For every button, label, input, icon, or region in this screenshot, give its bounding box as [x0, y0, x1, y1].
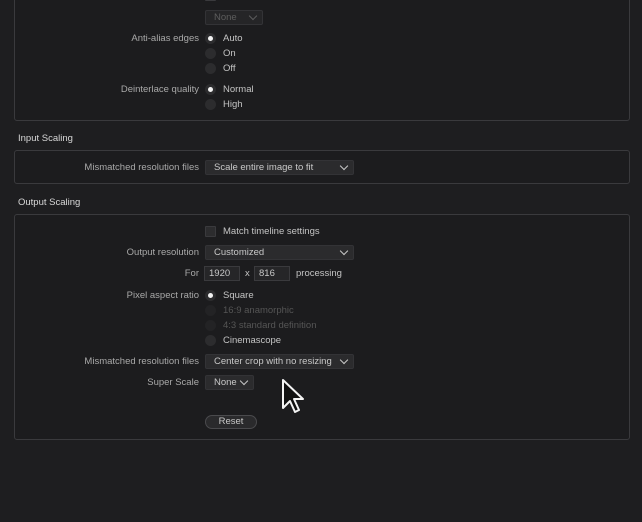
match-timeline-checkbox[interactable]: [205, 226, 216, 237]
output-resolution-select[interactable]: Customized: [205, 245, 354, 260]
pixel-aspect-square-label[interactable]: Square: [223, 290, 254, 301]
input-scaling-panel: Mismatched resolution files Scale entire…: [14, 150, 630, 184]
anti-alias-on-radio[interactable]: [205, 48, 216, 59]
super-scale-value: None: [214, 377, 237, 388]
deinterlace-high-radio[interactable]: [205, 99, 216, 110]
input-mismatched-label: Mismatched resolution files: [84, 162, 199, 173]
height-input[interactable]: 816: [254, 266, 290, 281]
deinterlace-normal-label[interactable]: Normal: [223, 84, 254, 95]
anti-alias-auto-radio[interactable]: [205, 33, 216, 44]
arrow-pointer-icon: [282, 379, 304, 413]
top-settings-panel: None Anti-alias edges Auto On Off Deinte…: [14, 0, 630, 121]
pixel-aspect-anamorphic-label: 16:9 anamorphic: [223, 305, 294, 316]
output-mismatched-select[interactable]: Center crop with no resizing: [205, 354, 354, 369]
super-scale-select[interactable]: None: [205, 375, 254, 390]
for-label: For: [184, 268, 199, 279]
pixel-aspect-label: Pixel aspect ratio: [126, 290, 199, 301]
output-scaling-title: Output Scaling: [18, 197, 81, 208]
match-timeline-label[interactable]: Match timeline settings: [223, 226, 320, 237]
truncated-checkbox[interactable]: [205, 0, 216, 1]
pixel-aspect-sd-radio: [205, 320, 216, 331]
anti-alias-auto-label[interactable]: Auto: [223, 33, 243, 44]
deinterlace-label: Deinterlace quality: [120, 84, 199, 95]
pixel-aspect-cinemascope-label[interactable]: Cinemascope: [223, 335, 281, 346]
deinterlace-high-label[interactable]: High: [223, 99, 243, 110]
chevron-down-icon: [339, 161, 349, 171]
truncated-select[interactable]: None: [205, 10, 263, 25]
anti-alias-off-label[interactable]: Off: [223, 63, 236, 74]
input-mismatched-select[interactable]: Scale entire image to fit: [205, 160, 354, 175]
anti-alias-on-label[interactable]: On: [223, 48, 236, 59]
truncated-select-value: None: [214, 12, 237, 23]
pixel-aspect-square-radio[interactable]: [205, 290, 216, 301]
input-mismatched-value: Scale entire image to fit: [214, 162, 314, 173]
chevron-down-icon: [239, 376, 249, 386]
chevron-down-icon: [248, 11, 258, 21]
chevron-down-icon: [339, 355, 349, 365]
output-mismatched-label: Mismatched resolution files: [84, 356, 199, 367]
width-input[interactable]: 1920: [204, 266, 240, 281]
x-label: x: [245, 268, 250, 279]
input-scaling-title: Input Scaling: [18, 133, 73, 144]
deinterlace-normal-radio[interactable]: [205, 84, 216, 95]
anti-alias-off-radio[interactable]: [205, 63, 216, 74]
pixel-aspect-sd-label: 4:3 standard definition: [223, 320, 317, 331]
reset-button[interactable]: Reset: [205, 415, 257, 429]
output-resolution-value: Customized: [214, 247, 265, 258]
super-scale-label: Super Scale: [147, 377, 199, 388]
output-mismatched-value: Center crop with no resizing: [214, 356, 332, 367]
output-resolution-label: Output resolution: [126, 247, 199, 258]
chevron-down-icon: [339, 246, 349, 256]
pixel-aspect-anamorphic-radio: [205, 305, 216, 316]
output-scaling-panel: Match timeline settings Output resolutio…: [14, 214, 630, 440]
processing-label: processing: [296, 268, 342, 279]
anti-alias-label: Anti-alias edges: [131, 33, 199, 44]
pixel-aspect-cinemascope-radio[interactable]: [205, 335, 216, 346]
